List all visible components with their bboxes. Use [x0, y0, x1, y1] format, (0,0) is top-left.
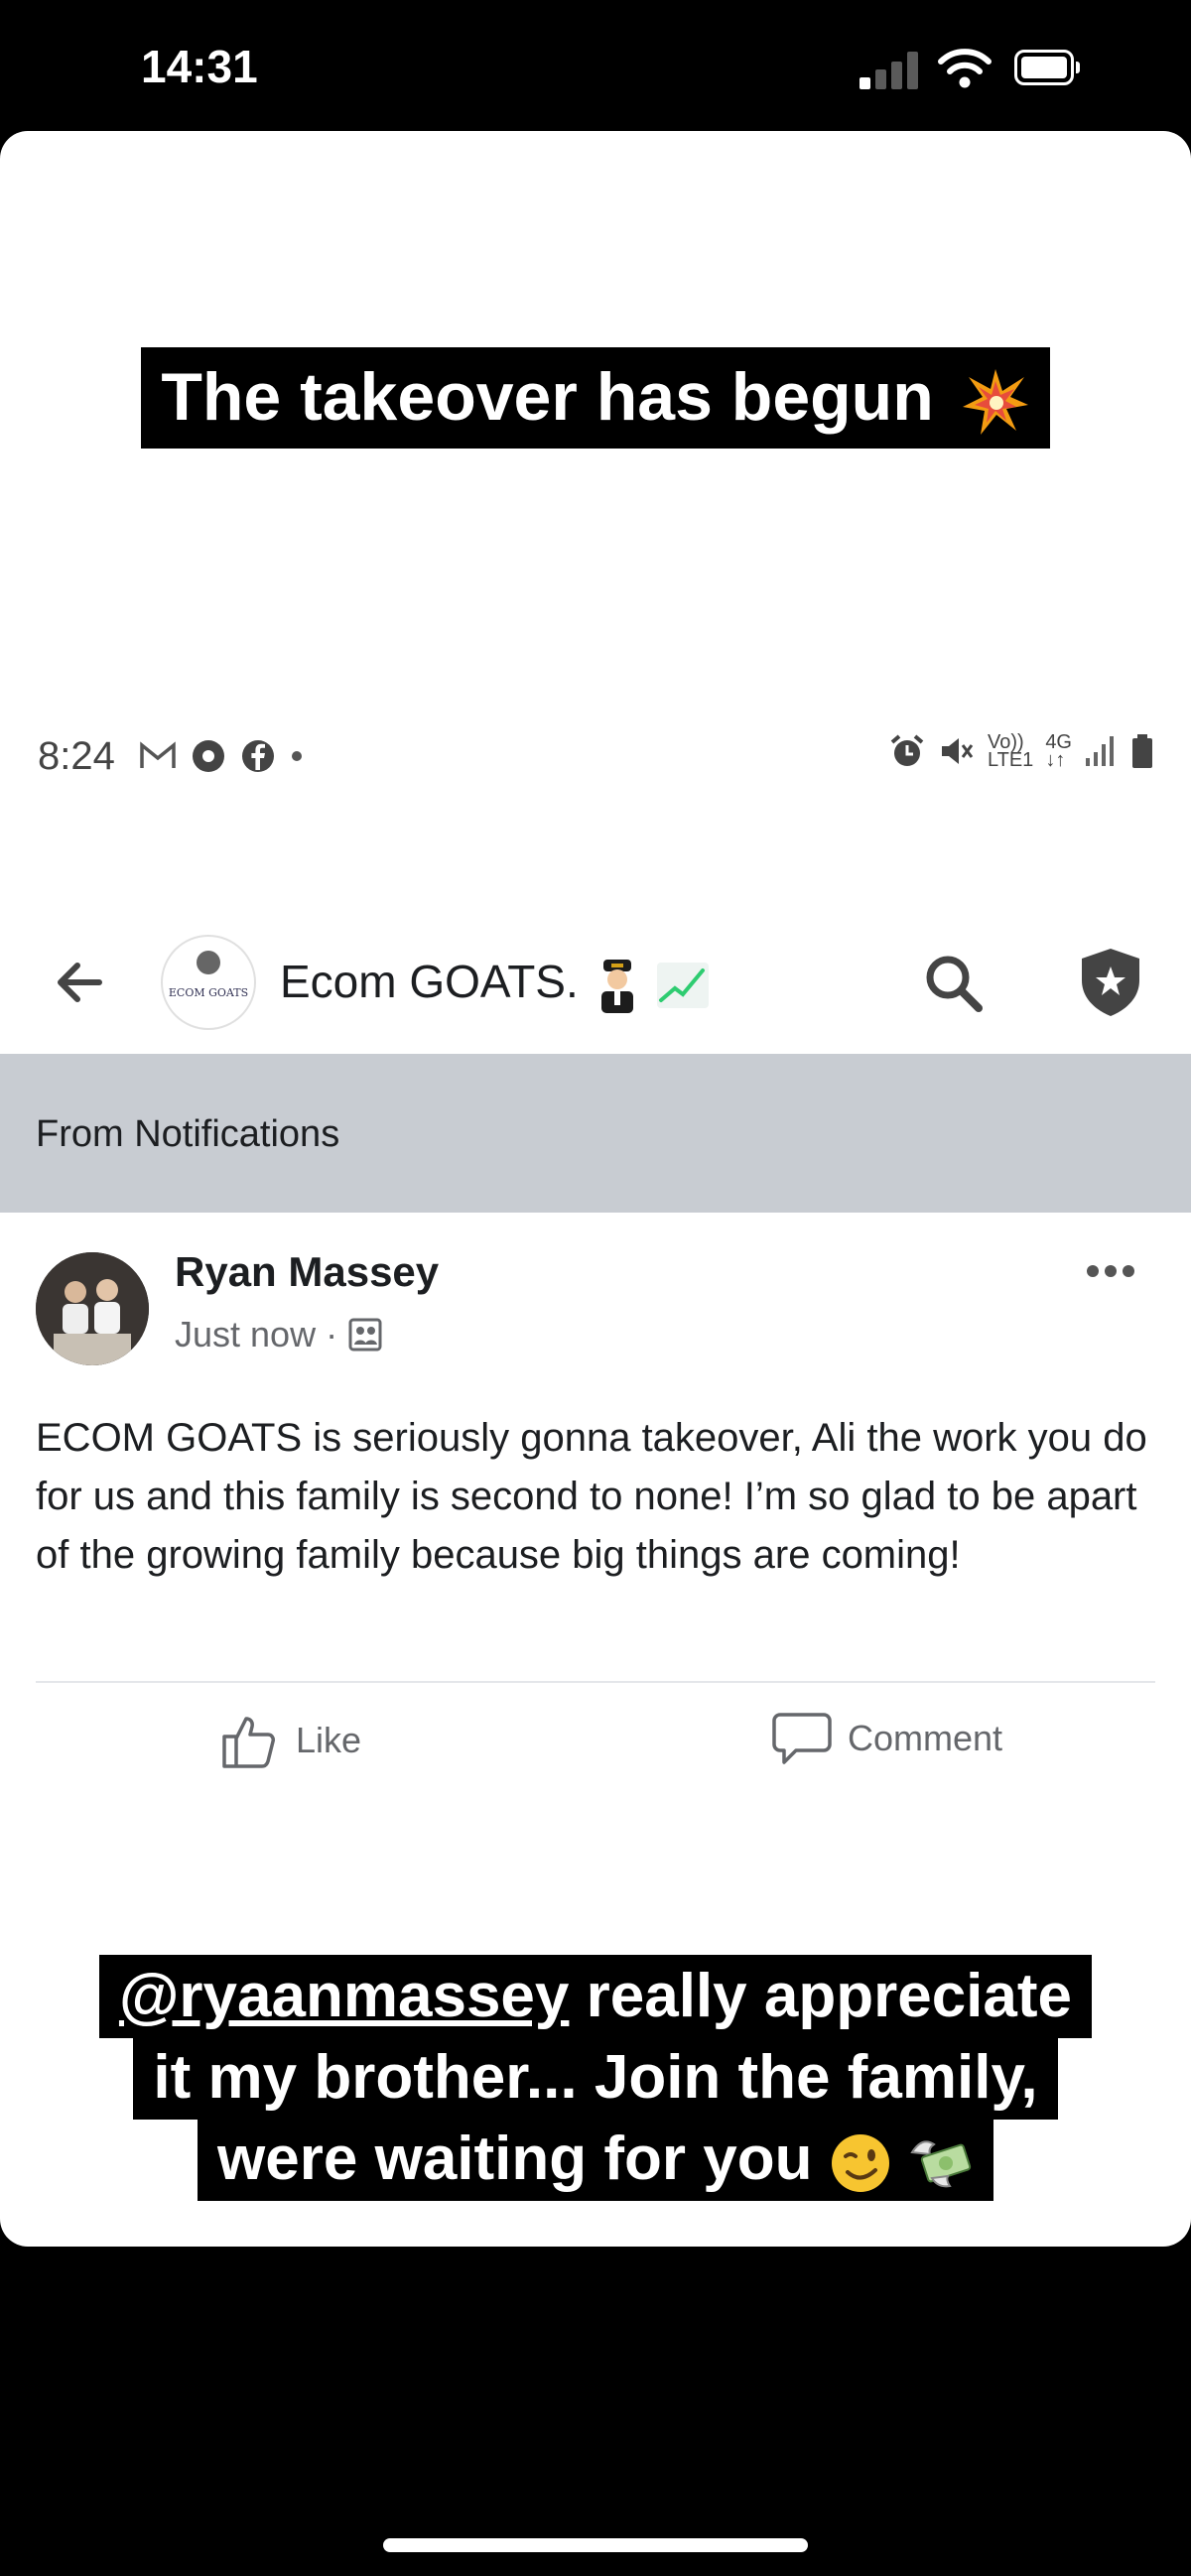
caption-line-1: really appreciate [569, 1962, 1073, 2030]
android-status-time: 8:24 [38, 734, 115, 778]
group-privacy-icon [348, 1318, 382, 1352]
more-options-icon[interactable] [1086, 1264, 1135, 1278]
post-body: ECOM GOATS is seriously gonna takeover, … [36, 1416, 1147, 1577]
post-timestamp[interactable]: Just now [175, 1314, 316, 1355]
group-title-text: Ecom GOATS. [280, 956, 579, 1007]
post-divider [36, 1681, 1155, 1683]
ios-status-time: 14:31 [141, 41, 258, 92]
caption-line-3: were waiting for you [217, 2125, 813, 2193]
meta-separator-dot: · [326, 1314, 338, 1354]
alarm-icon [890, 734, 924, 766]
android-status-bar: 8:24 Vo)) LTE1 4G ↓↑ [38, 722, 1153, 792]
like-label: Like [296, 1720, 362, 1760]
money-with-wings-emoji-icon [910, 2140, 972, 2187]
story-card: The takeover has begun 8:24 Vo)) LTE1 4G… [0, 131, 1191, 2247]
post-actions: Like Comment [0, 1711, 1191, 1780]
wifi-icon [938, 49, 992, 88]
android-signal-icon [1086, 736, 1114, 766]
like-button[interactable]: Like [220, 1711, 361, 1770]
volte-indicator: Vo)) LTE1 [987, 732, 1034, 771]
avatar[interactable] [36, 1252, 149, 1365]
caption-line-2: it my brother... Join the family, [133, 2036, 1058, 2120]
gmail-icon [140, 741, 176, 768]
comment-label: Comment [848, 1718, 1003, 1758]
facebook-icon [242, 740, 274, 772]
chart-increasing-emoji-icon [657, 962, 710, 1008]
group-logo-text: ECOM GOATS [168, 986, 249, 999]
post-author[interactable]: Ryan Massey [175, 1248, 439, 1296]
caption-top-text: The takeover has begun [161, 359, 934, 435]
back-arrow-icon[interactable] [50, 953, 109, 1012]
pilot-emoji-icon [600, 959, 633, 1013]
group-title[interactable]: Ecom GOATS. [280, 955, 711, 1013]
group-header: ECOM GOATS Ecom GOATS. [0, 917, 1191, 1046]
cellular-signal-icon [860, 50, 921, 89]
network-type-indicator: 4G ↓↑ [1045, 731, 1072, 771]
post-meta: Just now · [175, 1314, 383, 1355]
winking-face-emoji-icon [831, 2133, 889, 2192]
notification-banner-label: From Notifications [36, 1113, 340, 1155]
story-caption-bottom: @ryaanmassey really appreciate it my bro… [0, 1955, 1191, 2201]
home-indicator[interactable] [383, 2538, 808, 2552]
notification-dot-icon [193, 740, 224, 772]
battery-icon [1014, 50, 1080, 85]
avatar-photo [36, 1252, 149, 1365]
comment-button[interactable]: Comment [772, 1711, 1002, 1766]
mute-icon [941, 738, 974, 764]
lte-label: LTE1 [987, 749, 1034, 771]
group-logo[interactable]: ECOM GOATS [163, 937, 254, 1028]
comment-bubble-icon [772, 1713, 832, 1764]
android-battery-icon [1132, 734, 1152, 768]
search-icon[interactable] [921, 951, 985, 1014]
mention-link[interactable]: @ryaanmassey [119, 1962, 569, 2030]
more-notifications-dot-icon [292, 751, 302, 761]
thumbs-up-icon [222, 1717, 275, 1768]
admin-shield-icon[interactable] [1078, 947, 1143, 1018]
goat-logo-icon [197, 951, 220, 974]
story-caption-top: The takeover has begun [0, 347, 1191, 449]
collision-emoji-icon [962, 369, 1028, 436]
notification-banner: From Notifications [0, 1054, 1191, 1213]
